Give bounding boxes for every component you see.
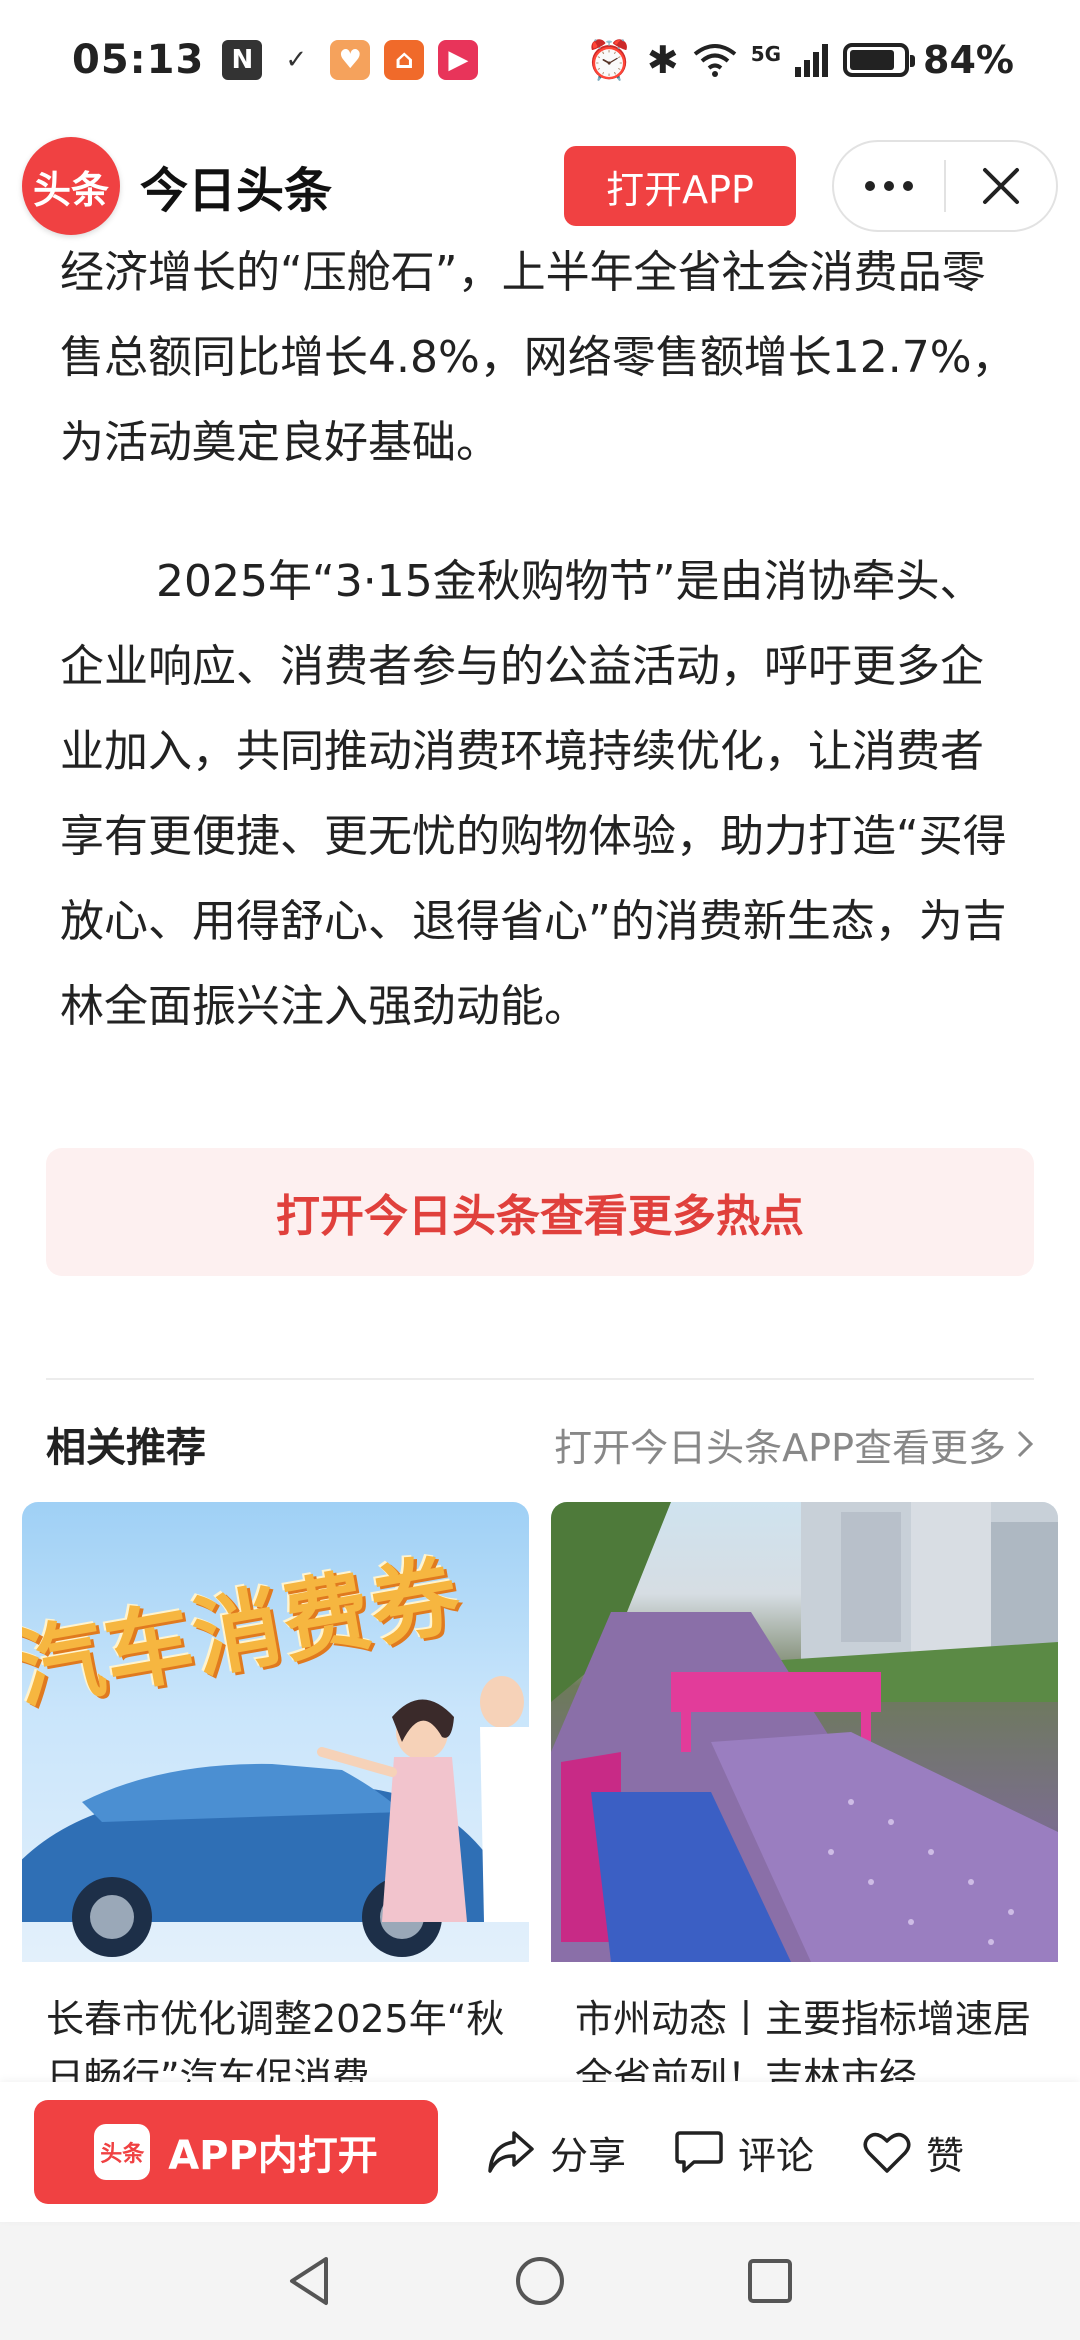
- brand-name: 今日头条: [140, 163, 333, 219]
- bluetooth-icon: ✱: [646, 38, 679, 82]
- related-card[interactable]: 汽车消费券 长春市优化调整2025年“秋日畅行”汽车促消费: [22, 1502, 529, 2082]
- video-app-icon: ▶: [438, 40, 479, 80]
- related-title: 相关推荐: [46, 1425, 206, 1471]
- recents-icon[interactable]: [746, 2257, 794, 2305]
- app-header: 头条 今日头条 打开APP: [0, 130, 1080, 242]
- system-icons: ⏰ ✱ 5G 84%: [586, 38, 1014, 83]
- card-title: 市州动态丨主要指标增速居全省前列！吉林市经: [575, 1997, 1032, 2082]
- battery-percent: 84%: [923, 38, 1014, 82]
- back-icon[interactable]: [286, 2255, 334, 2307]
- heart-app-icon: ♥: [330, 40, 371, 80]
- alarm-icon: ⏰: [585, 37, 633, 82]
- status-time: 05:13: [72, 37, 205, 83]
- article-paragraph: 2025年“3·15金秋购物节”是由消协牵头、企业响应、消费者参与的公益活动，呼…: [60, 556, 1007, 1032]
- open-more-hot-button[interactable]: 打开今日头条查看更多热点: [46, 1148, 1034, 1276]
- related-cards: 汽车消费券 长春市优化调整2025年“秋日畅行”汽车促消费 市州动态丨主要指标增…: [22, 1502, 1058, 2082]
- battery-icon: [843, 43, 916, 77]
- like-label: 赞: [926, 2133, 965, 2178]
- card-image-car-coupon: 汽车消费券: [22, 1502, 529, 1962]
- card-image-marathon: [551, 1502, 1058, 1962]
- card-title: 长春市优化调整2025年“秋日畅行”汽车促消费: [46, 1997, 505, 2082]
- related-more-link[interactable]: 打开今日头条APP查看更多: [554, 1417, 1034, 1472]
- more-icon[interactable]: [834, 142, 944, 230]
- share-button[interactable]: 分享: [486, 2125, 626, 2180]
- comment-icon: [675, 2131, 723, 2173]
- chevron-right-icon: [1017, 1430, 1034, 1458]
- mini-program-capsule: [832, 140, 1058, 232]
- related-header: 相关推荐 打开今日头条APP查看更多: [46, 1404, 1034, 1484]
- gift-app-icon: ⌂: [384, 40, 425, 80]
- system-nav-bar: [0, 2222, 1080, 2340]
- related-card[interactable]: 市州动态丨主要指标增速居全省前列！吉林市经: [551, 1502, 1058, 2082]
- like-icon: [863, 2132, 911, 2173]
- toutiao-mini-logo: 头条: [94, 2124, 151, 2180]
- open-in-app-label: APP内打开: [168, 2133, 378, 2179]
- article-paragraph: 经济增长的“压舱石”，上半年全省社会消费品零售总额同比增长4.8%，网络零售额增…: [60, 247, 1016, 468]
- open-app-button[interactable]: 打开APP: [564, 146, 796, 226]
- close-icon[interactable]: [946, 142, 1056, 230]
- wifi-icon: [693, 44, 736, 77]
- status-bar: 05:13 N ✓ ♥ ⌂ ▶ ⏰ ✱ 5G 84%: [0, 0, 1080, 120]
- notification-icons: N ✓ ♥ ⌂ ▶: [222, 40, 479, 80]
- share-icon: [488, 2131, 534, 2173]
- share-label: 分享: [550, 2133, 627, 2178]
- section-divider: [46, 1378, 1034, 1380]
- open-in-app-button[interactable]: 头条 APP内打开: [34, 2100, 438, 2204]
- bottom-action-bar: 头条 APP内打开 分享 评论 赞: [0, 2082, 1080, 2222]
- marathon-photo: [551, 1502, 1058, 1962]
- network-label: 5G: [750, 41, 782, 66]
- nfc-icon: N: [222, 40, 263, 80]
- comment-label: 评论: [738, 2133, 815, 2178]
- toutiao-logo: 头条: [22, 137, 120, 235]
- comment-button[interactable]: 评论: [674, 2125, 814, 2180]
- check-app-icon: ✓: [285, 45, 308, 75]
- signal-icon: [795, 44, 829, 77]
- home-icon[interactable]: [514, 2255, 566, 2307]
- related-more-label: 打开今日头条APP查看更多: [554, 1425, 1006, 1470]
- like-button[interactable]: 赞: [862, 2125, 964, 2180]
- article-body: 经济增长的“压舱石”，上半年全省社会消费品零售总额同比增长4.8%，网络零售额增…: [60, 230, 1020, 1049]
